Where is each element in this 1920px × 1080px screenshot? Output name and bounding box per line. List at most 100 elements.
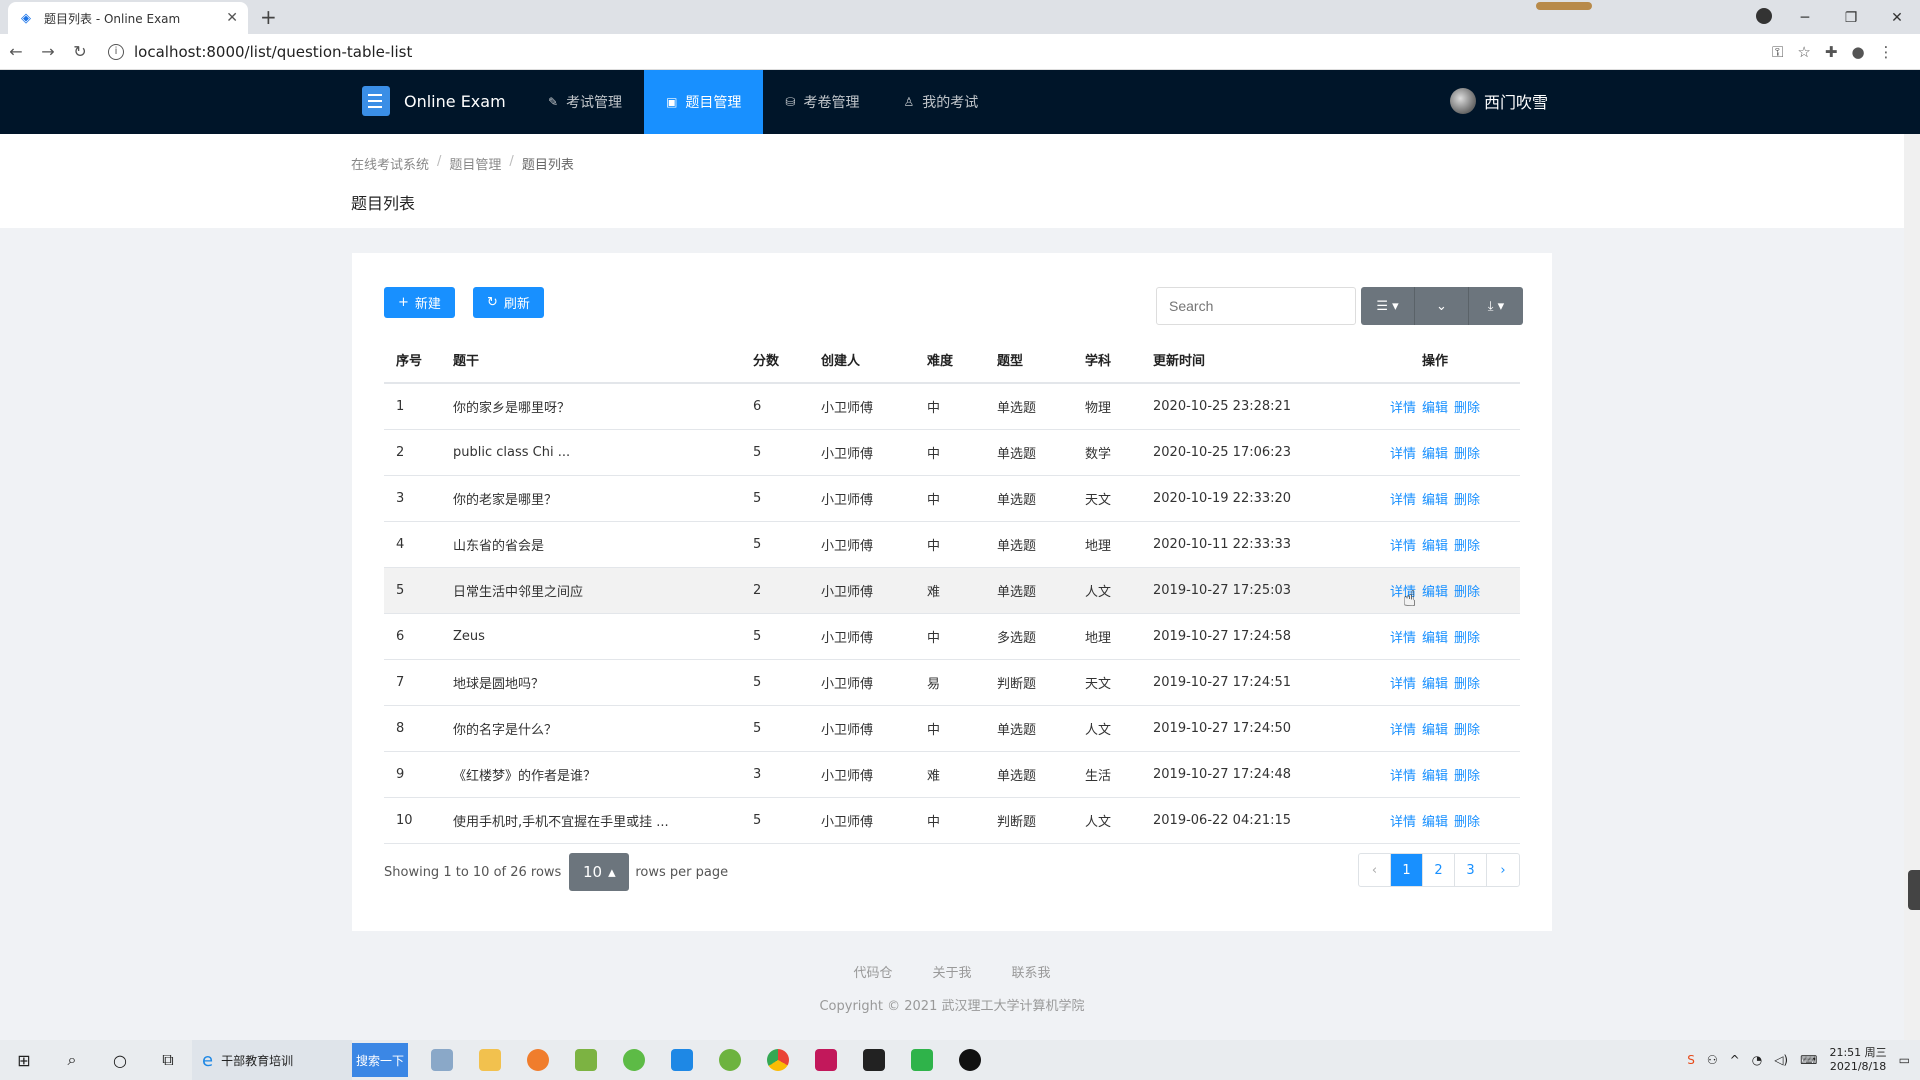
meeting-app-icon[interactable]	[658, 1040, 706, 1080]
search-icon[interactable]: ⌕	[48, 1050, 96, 1070]
edit-link[interactable]: 编辑	[1422, 769, 1448, 784]
forward-icon[interactable]: →	[32, 42, 64, 61]
edit-link[interactable]: 编辑	[1422, 815, 1448, 830]
page-size-dropdown[interactable]: 10 ▴	[569, 853, 630, 891]
notification-icon[interactable]: ▭	[1899, 1053, 1910, 1067]
edit-link[interactable]: 编辑	[1422, 401, 1448, 416]
delete-link[interactable]: 删除	[1454, 677, 1480, 692]
detail-link[interactable]: 详情	[1390, 539, 1416, 554]
tray-chevron-icon[interactable]: ^	[1730, 1053, 1740, 1067]
page-button[interactable]: 2	[1423, 854, 1455, 886]
delete-link[interactable]: 删除	[1454, 493, 1480, 508]
baidu-search-button[interactable]: 搜索一下	[352, 1043, 408, 1077]
close-tab-icon[interactable]: ✕	[226, 10, 238, 26]
columns-toggle-icon[interactable]: ☰ ▾	[1361, 287, 1415, 325]
refresh-button[interactable]: ↻ 刷新	[473, 287, 544, 318]
volume-icon[interactable]: ◁)	[1774, 1053, 1788, 1067]
delete-link[interactable]: 删除	[1454, 401, 1480, 416]
edit-link[interactable]: 编辑	[1422, 493, 1448, 508]
detail-link[interactable]: 详情	[1390, 769, 1416, 784]
delete-link[interactable]: 删除	[1454, 631, 1480, 646]
export-icon[interactable]: ⤓ ▾	[1469, 287, 1523, 325]
edit-link[interactable]: 编辑	[1422, 677, 1448, 692]
app-shortcut-icon[interactable]	[418, 1040, 466, 1080]
spring-icon[interactable]	[706, 1040, 754, 1080]
profile-menu-icon[interactable]	[1756, 8, 1772, 24]
col-header[interactable]: 难度	[915, 337, 985, 384]
delete-link[interactable]: 删除	[1454, 769, 1480, 784]
user-menu[interactable]: 西门吹雪	[1449, 88, 1548, 114]
col-header[interactable]: 创建人	[809, 337, 915, 384]
breadcrumb-home[interactable]: 在线考试系统	[351, 154, 429, 173]
footer-link-contact[interactable]: 联系我	[1012, 962, 1051, 981]
next-page-button[interactable]: ›	[1487, 854, 1519, 886]
new-tab-button[interactable]: +	[260, 5, 277, 29]
delete-link[interactable]: 删除	[1454, 447, 1480, 462]
detail-link[interactable]: 详情	[1390, 815, 1416, 830]
menu-question-management[interactable]: ▣ 题目管理	[644, 70, 764, 134]
site-info-icon[interactable]: i	[108, 43, 124, 60]
chrome-icon[interactable]	[754, 1040, 802, 1080]
minimize-icon[interactable]: ─	[1782, 4, 1828, 32]
new-button[interactable]: + 新建	[384, 287, 455, 318]
qq-icon[interactable]	[946, 1040, 994, 1080]
notepad-icon[interactable]	[562, 1040, 610, 1080]
col-header[interactable]: 序号	[384, 337, 441, 384]
extensions-icon[interactable]: ✚	[1825, 43, 1838, 61]
page-button[interactable]: 3	[1455, 854, 1487, 886]
menu-paper-management[interactable]: ⛁ 考卷管理	[763, 70, 881, 134]
footer-link-about[interactable]: 关于我	[932, 962, 971, 981]
account-icon[interactable]: ●	[1851, 43, 1864, 61]
address-bar[interactable]: i localhost:8000/list/question-table-lis…	[102, 38, 1752, 66]
cortana-icon[interactable]: ○	[96, 1051, 144, 1070]
page-button[interactable]: 1	[1391, 854, 1423, 886]
windows-start-icon[interactable]: ⊞	[0, 1051, 48, 1070]
edit-link[interactable]: 编辑	[1422, 539, 1448, 554]
chevron-down-icon[interactable]: ⌄	[1415, 287, 1469, 325]
detail-link[interactable]: 详情	[1390, 493, 1416, 508]
key-icon[interactable]: ⚿	[1772, 43, 1783, 61]
detail-link[interactable]: 详情	[1390, 401, 1416, 416]
taskbar-ie-window[interactable]: e 干部教育培训	[192, 1040, 352, 1080]
folder-icon[interactable]	[466, 1040, 514, 1080]
col-header[interactable]: 分数	[741, 337, 809, 384]
intellij-icon[interactable]	[802, 1040, 850, 1080]
detail-link[interactable]: 详情	[1390, 677, 1416, 692]
clock[interactable]: 21:51 周三 2021/8/18	[1829, 1046, 1886, 1074]
more-menu-icon[interactable]: ⋮	[1879, 43, 1894, 61]
menu-my-exams[interactable]: ♙ 我的考试	[881, 70, 1000, 134]
task-view-icon[interactable]: ⧉	[144, 1050, 192, 1070]
close-window-icon[interactable]: ✕	[1874, 4, 1920, 32]
search-tool-icon[interactable]	[514, 1040, 562, 1080]
detail-link[interactable]: 详情	[1390, 631, 1416, 646]
edit-link[interactable]: 编辑	[1422, 585, 1448, 600]
sogou-icon[interactable]: S	[1687, 1053, 1695, 1067]
prev-page-button[interactable]: ‹	[1359, 854, 1391, 886]
people-icon[interactable]: ⚇	[1707, 1053, 1718, 1067]
search-input[interactable]	[1156, 287, 1356, 325]
leaf-app-icon[interactable]	[610, 1040, 658, 1080]
col-header[interactable]: 更新时间	[1141, 337, 1350, 384]
col-header[interactable]: 题型	[985, 337, 1073, 384]
col-header[interactable]: 题干	[441, 337, 741, 384]
detail-link[interactable]: 详情	[1390, 447, 1416, 462]
back-icon[interactable]: ←	[0, 42, 32, 61]
menu-exam-management[interactable]: ✎ 考试管理	[526, 70, 644, 134]
terminal-icon[interactable]	[850, 1040, 898, 1080]
restore-icon[interactable]: ❐	[1828, 4, 1874, 32]
footer-link-repo[interactable]: 代码仓	[853, 962, 892, 981]
side-widget[interactable]	[1908, 870, 1920, 910]
edit-link[interactable]: 编辑	[1422, 447, 1448, 462]
detail-link[interactable]: 详情	[1390, 723, 1416, 738]
edit-link[interactable]: 编辑	[1422, 723, 1448, 738]
keyboard-icon[interactable]: ⌨	[1800, 1053, 1817, 1067]
delete-link[interactable]: 删除	[1454, 539, 1480, 554]
browser-tab[interactable]: ◈ 题目列表 - Online Exam ✕	[8, 2, 248, 34]
col-header[interactable]: 学科	[1073, 337, 1141, 384]
network-icon[interactable]: ◔	[1752, 1053, 1762, 1067]
breadcrumb-section[interactable]: 题目管理	[449, 154, 501, 173]
delete-link[interactable]: 删除	[1454, 585, 1480, 600]
star-icon[interactable]: ☆	[1797, 43, 1810, 61]
delete-link[interactable]: 删除	[1454, 815, 1480, 830]
hbuilder-icon[interactable]	[898, 1040, 946, 1080]
